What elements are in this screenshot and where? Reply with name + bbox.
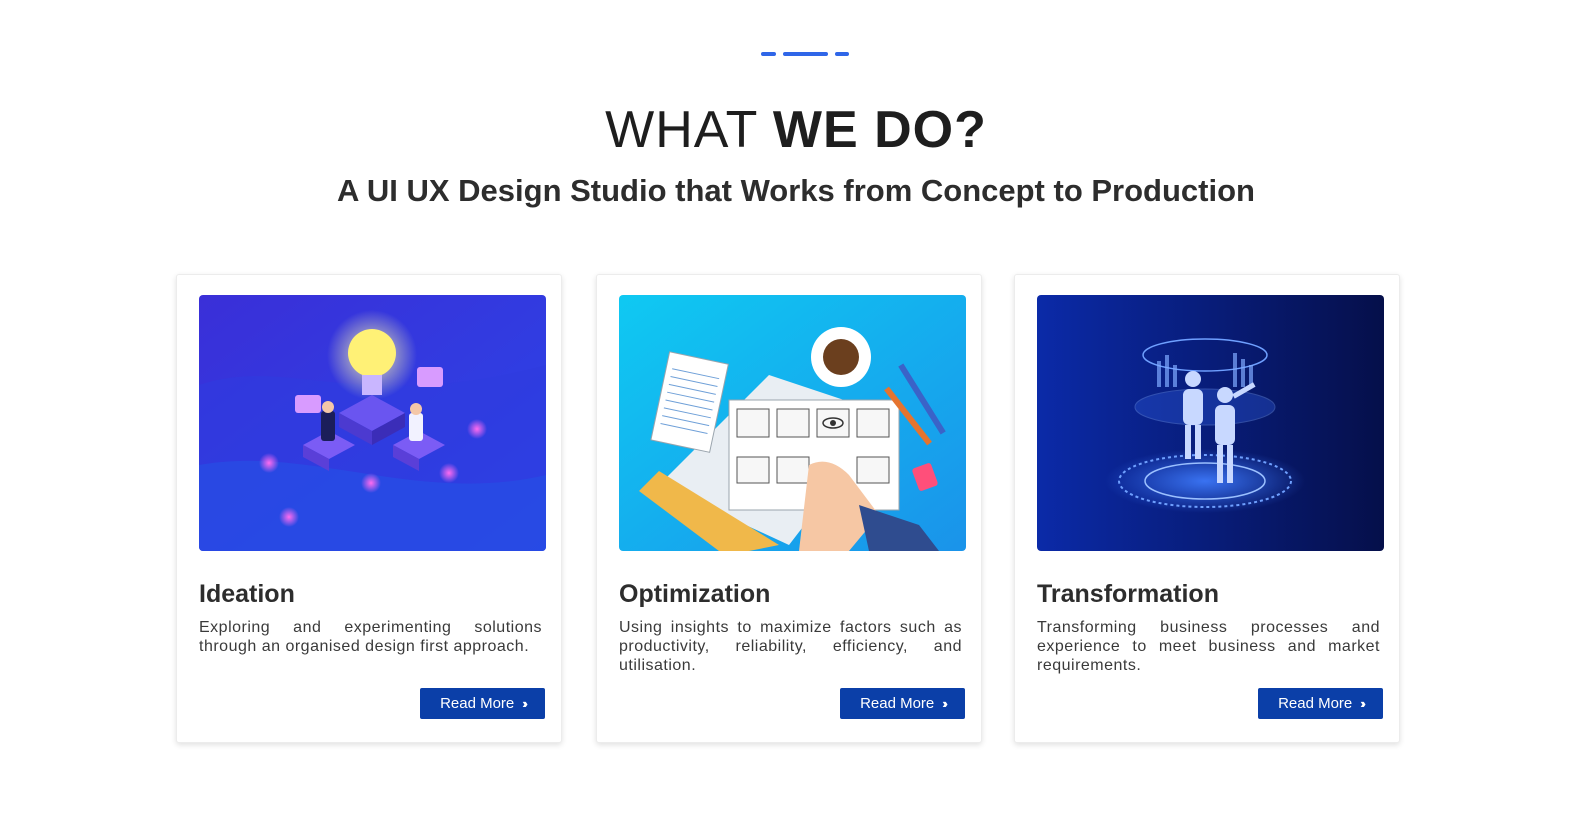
double-chevron-right-icon: ›› <box>1360 696 1365 711</box>
card-description: Exploring and experimenting solutions th… <box>199 619 542 655</box>
section-divider-decoration <box>761 52 849 57</box>
button-label: Read More <box>860 695 935 712</box>
service-card-ideation: Ideation Exploring and experimenting sol… <box>176 274 562 743</box>
card-title: Optimization <box>619 580 771 608</box>
button-label: Read More <box>440 695 515 712</box>
card-title: Transformation <box>1037 580 1219 608</box>
card-description: Transforming business processes and expe… <box>1037 619 1380 674</box>
transformation-illustration <box>1037 295 1384 551</box>
double-chevron-right-icon: ›› <box>942 696 947 711</box>
card-title: Ideation <box>199 580 295 608</box>
card-description: Using insights to maximize factors such … <box>619 619 962 674</box>
button-label: Read More <box>1278 695 1353 712</box>
optimization-illustration <box>619 295 966 551</box>
service-card-optimization: Optimization Using insights to maximize … <box>596 274 982 743</box>
double-chevron-right-icon: ›› <box>522 696 527 711</box>
read-more-button[interactable]: Read More ›› <box>840 688 965 719</box>
service-card-transformation: Transformation Transforming business pro… <box>1014 274 1400 743</box>
section-heading: WHAT WE DO? <box>0 100 1592 160</box>
section-subheading: A UI UX Design Studio that Works from Co… <box>337 173 1255 208</box>
what-we-do-section: WHAT WE DO? A UI UX Design Studio that W… <box>0 0 1592 830</box>
read-more-button[interactable]: Read More ›› <box>1258 688 1383 719</box>
read-more-button[interactable]: Read More ›› <box>420 688 545 719</box>
heading-bold-part: WE DO? <box>772 101 987 159</box>
ideation-illustration <box>199 295 546 551</box>
heading-light-part: WHAT <box>605 101 773 159</box>
